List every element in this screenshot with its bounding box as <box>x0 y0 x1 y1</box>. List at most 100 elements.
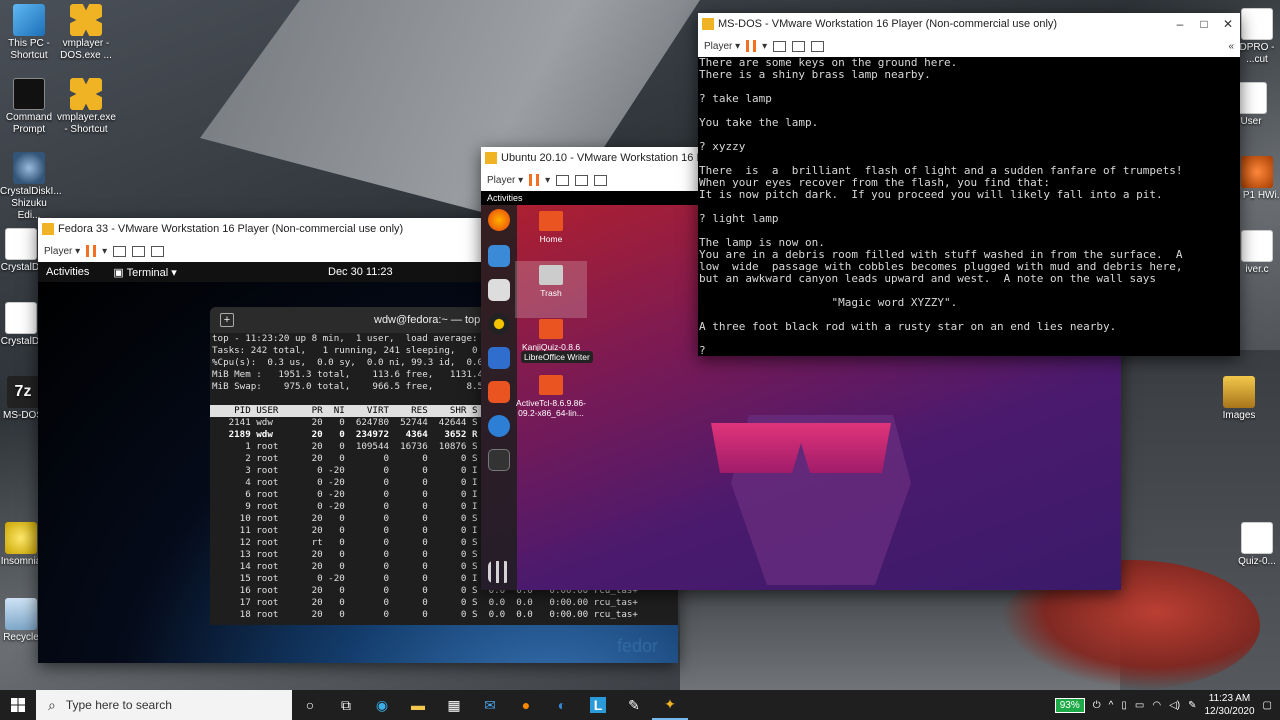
trash-icon <box>539 265 563 285</box>
msdos-vm-window[interactable]: MS-DOS - VMware Workstation 16 Player (N… <box>698 13 1240 356</box>
thunderbird-icon[interactable]: ◐ <box>544 690 580 720</box>
desktop-icon-crystaldisk[interactable]: CrystalDiskI... Shizuku Edi... <box>0 152 62 222</box>
pen-app-icon[interactable]: ✎ <box>616 690 652 720</box>
document-icon <box>1241 522 1273 554</box>
libreoffice-writer-icon[interactable] <box>488 347 510 369</box>
send-ctrl-alt-del-icon[interactable] <box>773 40 787 52</box>
taskbar-clock[interactable]: 11:23 AM 12/30/2020 <box>1204 692 1254 718</box>
dos-line: There is a shiny brass lamp nearby. <box>699 68 931 81</box>
file-explorer-icon[interactable]: ▬ <box>400 690 436 720</box>
window-title: MS-DOS - VMware Workstation 16 Player (N… <box>718 18 1058 30</box>
player-menu[interactable]: Player ▾ <box>704 41 740 52</box>
close-icon[interactable]: ✕ <box>1216 17 1240 31</box>
unity-icon[interactable] <box>594 174 608 186</box>
chevron-up-icon[interactable]: ^ <box>1109 700 1114 711</box>
unity-icon[interactable] <box>811 40 825 52</box>
fullscreen-icon[interactable] <box>132 245 146 257</box>
dos-line: ? xyzzy <box>699 140 746 153</box>
desktop-icon-vmplayer-dos[interactable]: vmplayer - DOS.exe ... <box>57 4 115 62</box>
process-row: 17 root 20 0 0 0 0 S 0.0 0.0 0:00.00 rcu… <box>212 597 638 608</box>
activetcl-folder[interactable]: ActiveTcl-8.6.9.86-09.2-x86_64-lin... <box>515 375 587 418</box>
folder-icon <box>539 319 563 339</box>
dos-line: ? _ <box>699 344 719 357</box>
desktop-icon-this-pc[interactable]: This PC - Shortcut <box>0 4 58 62</box>
app-grid-icon[interactable] <box>488 561 510 583</box>
help-icon[interactable] <box>488 415 510 437</box>
chevron-down-icon[interactable]: ▾ <box>102 246 107 257</box>
dos-console[interactable]: There are some keys on the ground here. T… <box>698 57 1240 356</box>
pause-icon[interactable] <box>746 40 757 52</box>
store-icon[interactable]: ▦ <box>436 690 472 720</box>
notifications-icon[interactable]: ▢ <box>1263 700 1272 711</box>
tooltip: LibreOffice Writer <box>521 351 593 363</box>
vmware-icon <box>485 152 497 164</box>
terminal-icon[interactable] <box>488 449 510 471</box>
maximize-icon[interactable]: □ <box>1192 17 1216 31</box>
firefox-icon[interactable] <box>488 209 510 231</box>
player-menu[interactable]: Player ▾ <box>487 175 523 186</box>
cortana-icon[interactable]: ○ <box>292 690 328 720</box>
dos-line: You take the lamp. <box>699 116 819 129</box>
desktop-icon-command-prompt[interactable]: Command Prompt <box>0 78 58 136</box>
search-icon: ⌕ <box>48 696 56 713</box>
send-ctrl-alt-del-icon[interactable] <box>556 174 570 186</box>
ubuntu-dock <box>481 205 517 590</box>
volume-icon[interactable]: ◁) <box>1169 700 1180 711</box>
chevron-down-icon[interactable]: ▾ <box>545 175 550 186</box>
battery-indicator[interactable]: 93% <box>1054 697 1085 713</box>
vmware-icon <box>42 223 54 235</box>
dos-line: It is now pitch dark. If you proceed you… <box>699 188 1163 201</box>
insomnia-icon <box>5 522 37 554</box>
document-icon <box>1241 8 1273 40</box>
minimize-icon[interactable]: – <box>1168 17 1192 31</box>
home-folder[interactable]: Home <box>515 211 587 244</box>
start-button[interactable] <box>0 690 36 720</box>
desktop-icon-images[interactable]: Images <box>1210 376 1268 422</box>
files-icon[interactable] <box>488 279 510 301</box>
terminal-app-menu[interactable]: ▣ Terminal ▾ <box>113 266 176 279</box>
fullscreen-icon[interactable] <box>792 40 806 52</box>
document-icon <box>5 228 37 260</box>
firefox-icon[interactable]: ● <box>508 690 544 720</box>
task-view-icon[interactable]: ⧉ <box>328 690 364 720</box>
vmware-icon <box>70 78 102 110</box>
taskbar-search[interactable]: ⌕ Type here to search <box>36 690 292 720</box>
taskbar: ⌕ Type here to search ○ ⧉ ◉ ▬ ▦ ✉ ● ◐ L … <box>0 690 1280 720</box>
home-folder-icon <box>539 211 563 231</box>
trash-folder[interactable]: Trash <box>515 261 587 318</box>
battery-icon[interactable]: ▭ <box>1135 700 1144 711</box>
windows-logo-icon <box>11 698 25 712</box>
dos-titlebar[interactable]: MS-DOS - VMware Workstation 16 Player (N… <box>698 13 1240 35</box>
terminal-icon: ▣ <box>113 266 124 279</box>
mail-icon[interactable]: ✉ <box>472 690 508 720</box>
send-ctrl-alt-del-icon[interactable] <box>113 245 127 257</box>
kanjiquiz-folder[interactable]: KanjiQuiz-0.8.6 <box>515 319 587 352</box>
phone-icon[interactable]: ▯ <box>1121 700 1127 711</box>
activities-button[interactable]: Activities <box>46 266 89 278</box>
activities-button[interactable]: Activities <box>487 193 523 203</box>
folder-icon <box>1223 376 1255 408</box>
gnome-clock[interactable]: Dec 30 11:23 <box>328 266 393 278</box>
dos-line <box>698 333 1240 345</box>
collapse-toolbar-icon[interactable]: « <box>1228 41 1234 52</box>
unity-icon[interactable] <box>151 245 165 257</box>
wifi-icon[interactable]: ◠ <box>1152 700 1161 711</box>
dos-line: "Magic word XYZZY". <box>699 296 958 309</box>
edge-icon[interactable]: ◉ <box>364 690 400 720</box>
chevron-down-icon[interactable]: ▾ <box>762 41 767 52</box>
power-plug-icon[interactable]: ⏻ <box>1093 700 1101 711</box>
pause-icon[interactable] <box>529 174 540 186</box>
pause-icon[interactable] <box>86 245 97 257</box>
fullscreen-icon[interactable] <box>575 174 589 186</box>
player-menu[interactable]: Player ▾ <box>44 246 80 257</box>
desktop-icon-quiz[interactable]: Quiz-0... <box>1228 522 1280 568</box>
dos-line <box>698 201 1240 213</box>
software-center-icon[interactable] <box>488 381 510 403</box>
pen-icon[interactable]: ✎ <box>1188 700 1196 711</box>
rhythmbox-icon[interactable] <box>488 313 510 335</box>
desktop-icon-vmplayer[interactable]: vmplayer.exe - Shortcut <box>57 78 116 136</box>
thunderbird-icon[interactable] <box>488 245 510 267</box>
vmware-taskbar-icon[interactable]: ✦ <box>652 690 688 720</box>
new-tab-icon[interactable]: + <box>220 313 234 327</box>
l-app-icon[interactable]: L <box>580 690 616 720</box>
